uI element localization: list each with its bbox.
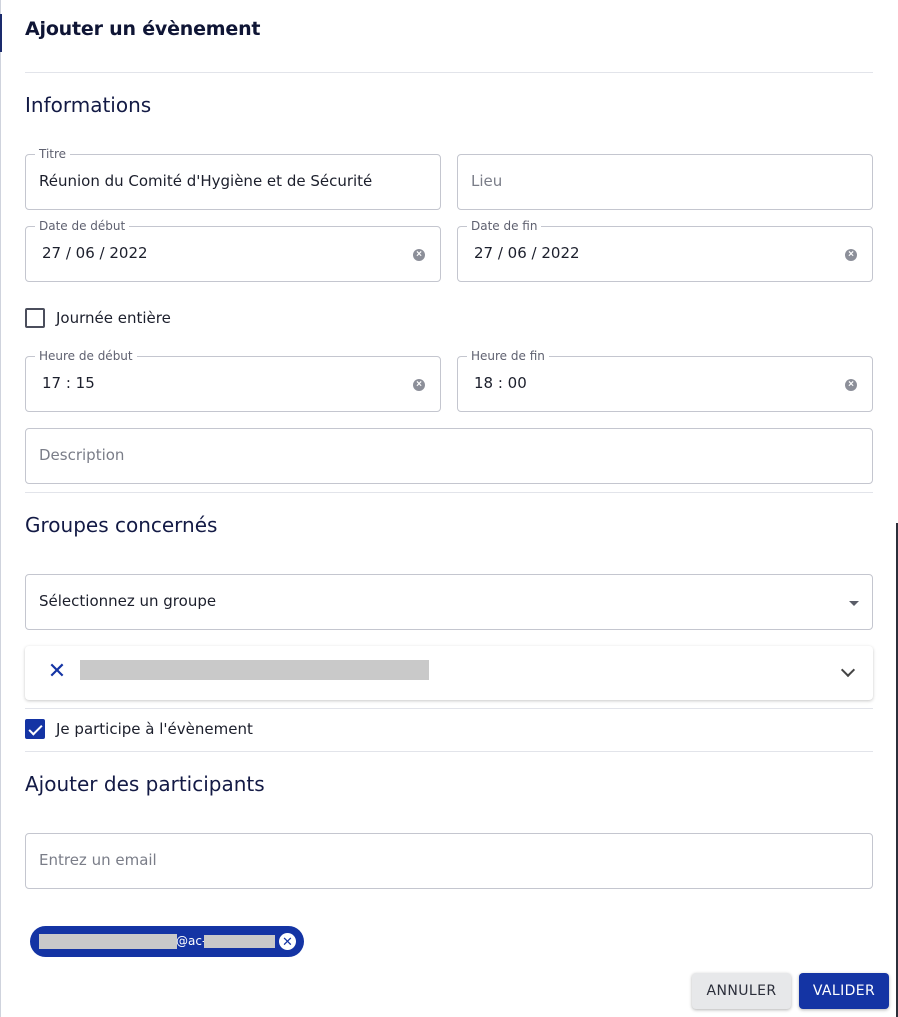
- chip-email-redacted: [39, 934, 177, 949]
- journee-entiere-row[interactable]: Journée entière: [25, 308, 171, 328]
- clear-date-debut-icon[interactable]: ×: [413, 249, 425, 261]
- heure-fin-value: 18 : 00: [474, 374, 527, 392]
- chip-delete-icon[interactable]: ✕: [279, 933, 296, 950]
- chevron-down-icon[interactable]: [840, 662, 856, 678]
- heure-debut-label: Heure de début: [35, 349, 137, 363]
- chip-domain-redacted: [204, 935, 275, 948]
- cancel-button[interactable]: ANNULER: [692, 973, 791, 1009]
- date-debut-label: Date de début: [35, 219, 130, 233]
- heure-fin-field[interactable]: Heure de fin 18 : 00 ×: [457, 349, 873, 412]
- date-debut-field[interactable]: Date de début 27 / 06 / 2022 ×: [25, 219, 441, 282]
- clear-heure-debut-icon[interactable]: ×: [413, 379, 425, 391]
- date-fin-value: 27 / 06 / 2022: [474, 244, 580, 262]
- add-event-dialog: Ajouter un évènement Informations Titre …: [0, 0, 898, 1017]
- dialog-edge-mark: [0, 14, 2, 52]
- dialog-left-edge: [0, 0, 1, 1017]
- heure-debut-field[interactable]: Heure de début 17 : 15 ×: [25, 349, 441, 412]
- lieu-field[interactable]: Lieu: [457, 154, 873, 210]
- divider: [25, 751, 873, 752]
- groupe-select[interactable]: Sélectionnez un groupe: [25, 574, 873, 630]
- participation-label: Je participe à l'évènement: [56, 720, 253, 738]
- date-debut-value: 27 / 06 / 2022: [42, 244, 148, 262]
- divider: [25, 72, 873, 73]
- lieu-placeholder: Lieu: [471, 172, 503, 190]
- clear-heure-fin-icon[interactable]: ×: [845, 379, 857, 391]
- email-placeholder: Entrez un email: [39, 851, 157, 869]
- heure-debut-value: 17 : 15: [42, 374, 95, 392]
- description-field[interactable]: Description: [25, 428, 873, 484]
- journee-entiere-label: Journée entière: [56, 309, 171, 327]
- divider: [25, 492, 873, 493]
- submit-button[interactable]: VALIDER: [799, 973, 889, 1009]
- dropdown-arrow-icon: [849, 601, 859, 606]
- titre-label: Titre: [35, 147, 71, 161]
- chip-email-fragment: @ac-: [176, 934, 207, 948]
- participation-row[interactable]: Je participe à l'évènement: [25, 719, 253, 739]
- email-field[interactable]: Entrez un email: [25, 833, 873, 889]
- journee-entiere-checkbox[interactable]: [25, 308, 45, 328]
- participant-chip[interactable]: @ac- ✕: [30, 926, 304, 957]
- date-fin-label: Date de fin: [467, 219, 542, 233]
- dialog-title: Ajouter un évènement: [25, 18, 261, 40]
- section-title-participants: Ajouter des participants: [25, 772, 265, 796]
- titre-value: Réunion du Comité d'Hygiène et de Sécuri…: [39, 172, 373, 190]
- description-placeholder: Description: [39, 446, 125, 464]
- section-title-groupes: Groupes concernés: [25, 513, 218, 537]
- heure-fin-label: Heure de fin: [467, 349, 549, 363]
- date-fin-field[interactable]: Date de fin 27 / 06 / 2022 ×: [457, 219, 873, 282]
- participation-checkbox[interactable]: [25, 719, 45, 739]
- selected-group-row[interactable]: ✕: [25, 646, 873, 700]
- group-name-redacted: [80, 660, 429, 680]
- clear-date-fin-icon[interactable]: ×: [845, 249, 857, 261]
- section-title-informations: Informations: [25, 93, 152, 117]
- groupe-select-placeholder: Sélectionnez un groupe: [39, 592, 217, 610]
- divider: [25, 708, 873, 709]
- remove-group-icon[interactable]: ✕: [47, 661, 67, 683]
- titre-field[interactable]: Titre Réunion du Comité d'Hygiène et de …: [25, 147, 441, 210]
